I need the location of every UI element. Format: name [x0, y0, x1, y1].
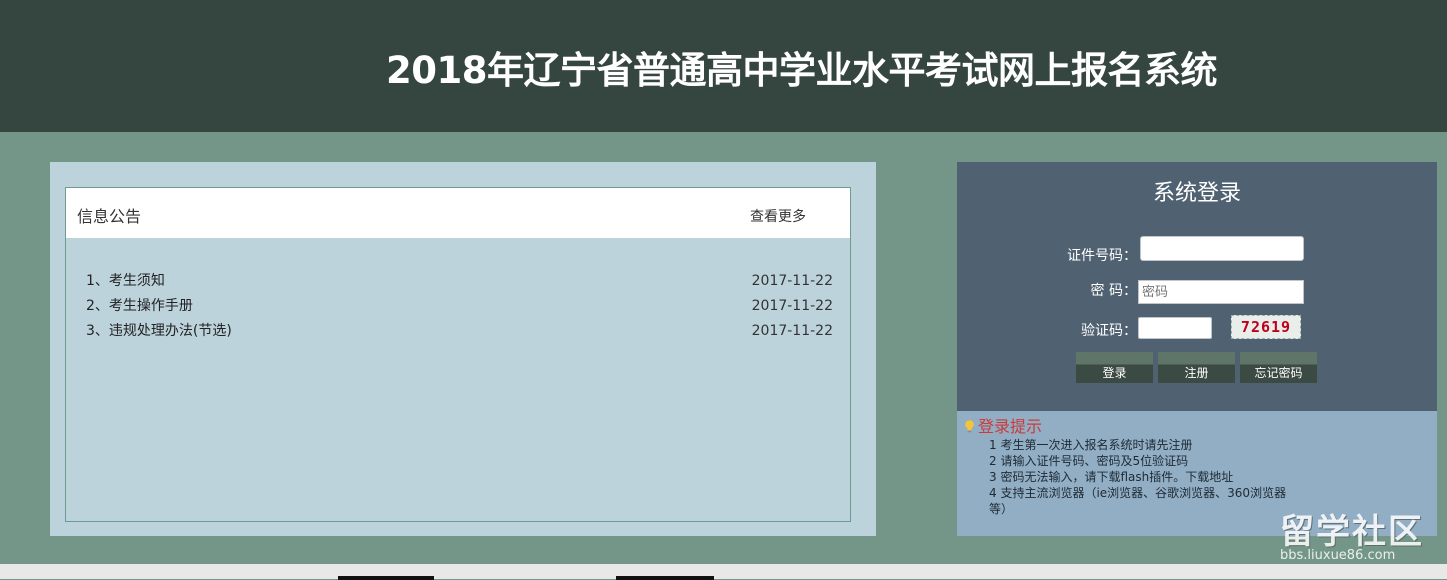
notice-box: 信息公告 查看更多 1、考生须知 2017-11-22 2、考生操作手册 201…	[65, 187, 851, 522]
lightbulb-icon	[965, 420, 974, 433]
notice-item-index: 2、	[86, 298, 109, 314]
notice-item-link[interactable]: 考生操作手册	[109, 298, 193, 314]
notice-list: 1、考生须知 2017-11-22 2、考生操作手册 2017-11-22 3、…	[86, 272, 833, 347]
list-item: 3、违规处理办法(节选) 2017-11-22	[86, 322, 833, 347]
notice-header: 信息公告 查看更多	[66, 188, 850, 238]
tip-item: 1 考生第一次进入报名系统时请先注册	[989, 438, 1193, 452]
tips-header: 登录提示	[964, 413, 1042, 437]
notice-item-link[interactable]: 违规处理办法(节选)	[109, 323, 232, 339]
watermark-text: 留学社区	[1280, 512, 1424, 552]
tip-item: 3 密码无法输入，请下载flash插件。下载地址	[989, 470, 1234, 484]
login-panel: 系统登录 证件号码： 密 码： 验证码： 72619 登录 注册 忘记密码	[957, 162, 1437, 411]
footer-text-fragment	[616, 576, 714, 580]
tips-list: 1 考生第一次进入报名系统时请先注册 2 请输入证件号码、密码及5位验证码 3 …	[989, 437, 1289, 517]
forgot-password-button[interactable]: 忘记密码	[1240, 352, 1317, 383]
captcha-input[interactable]	[1138, 317, 1212, 339]
tip-item: 4 支持主流浏览器（ie浏览器、谷歌浏览器、360浏览器等）	[989, 486, 1287, 516]
notice-item-date: 2017-11-22	[751, 323, 833, 339]
notice-item-link[interactable]: 考生须知	[109, 273, 165, 289]
notice-title: 信息公告	[77, 207, 142, 226]
watermark-url: bbs.liuxue86.com	[1280, 548, 1396, 563]
page-title: 2018年辽宁省普通高中学业水平考试网上报名系统	[386, 49, 1217, 92]
tips-title: 登录提示	[978, 417, 1043, 436]
footer-text-fragment	[338, 576, 434, 580]
id-number-input[interactable]	[1140, 236, 1304, 261]
notice-item-date: 2017-11-22	[751, 273, 833, 289]
list-item: 2、考生操作手册 2017-11-22	[86, 297, 833, 322]
tip-item: 2 请输入证件号码、密码及5位验证码	[989, 454, 1189, 468]
captcha-image[interactable]: 72619	[1231, 315, 1301, 339]
notice-item-index: 3、	[86, 323, 109, 339]
password-input[interactable]	[1138, 280, 1304, 304]
notice-item-index: 1、	[86, 273, 109, 289]
footer-strip	[0, 564, 1447, 580]
register-button[interactable]: 注册	[1158, 352, 1235, 383]
more-link[interactable]: 查看更多	[750, 206, 806, 226]
captcha-label: 验证码：	[1081, 323, 1137, 339]
login-button[interactable]: 登录	[1076, 352, 1153, 383]
notice-panel: 信息公告 查看更多 1、考生须知 2017-11-22 2、考生操作手册 201…	[50, 162, 876, 536]
notice-item-date: 2017-11-22	[751, 298, 833, 314]
login-title: 系统登录	[1152, 181, 1241, 206]
page-header: 2018年辽宁省普通高中学业水平考试网上报名系统	[0, 0, 1447, 132]
list-item: 1、考生须知 2017-11-22	[86, 272, 833, 297]
password-label: 密 码：	[1090, 283, 1137, 299]
id-number-label: 证件号码：	[1067, 248, 1137, 264]
